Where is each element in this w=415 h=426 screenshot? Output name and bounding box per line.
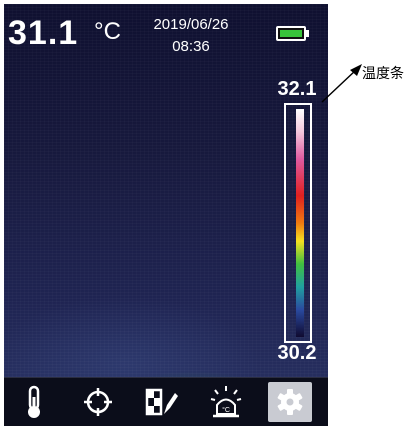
temperature-unit: °C	[94, 18, 121, 45]
thermometer-icon	[28, 385, 40, 418]
alarm-temperature-button[interactable]: °C	[204, 382, 248, 422]
battery-full-icon	[276, 26, 306, 41]
time-display: 08:36	[172, 38, 210, 55]
alarm-temperature-icon: °C	[210, 386, 242, 418]
gear-icon	[277, 389, 303, 415]
bottom-toolbar: °C	[4, 377, 328, 426]
center-temperature-reading: 31.1	[8, 14, 79, 52]
thermometer-button[interactable]	[12, 382, 56, 422]
crosshair-button[interactable]	[76, 382, 120, 422]
scale-max-value: 32.1	[277, 78, 317, 100]
palette-button[interactable]	[140, 382, 184, 422]
crosshair-icon	[84, 388, 112, 416]
callout-label: 温度条	[362, 65, 404, 81]
callout-arrow	[321, 64, 362, 103]
palette-icon	[145, 388, 178, 416]
date-display: 2019/06/26	[153, 16, 229, 33]
scale-min-value: 30.2	[277, 342, 317, 364]
settings-button[interactable]	[268, 382, 312, 422]
svg-text:°C: °C	[222, 406, 230, 414]
temperature-color-bar	[296, 109, 304, 337]
battery-level-fill	[280, 30, 302, 37]
battery-tip	[306, 30, 309, 37]
